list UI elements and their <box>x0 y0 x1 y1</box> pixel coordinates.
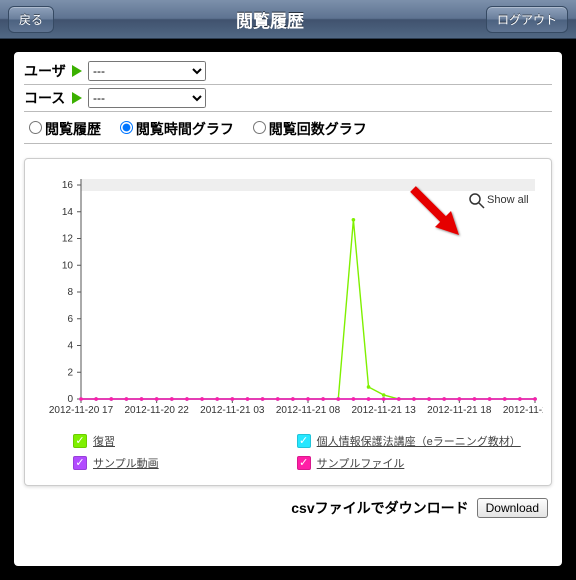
svg-text:8: 8 <box>67 287 73 298</box>
legend-label[interactable]: 復習 <box>93 433 115 449</box>
legend-swatch[interactable]: ✓ <box>73 434 87 448</box>
user-label: ユーザ <box>24 61 70 81</box>
legend-item[interactable]: ✓ サンプル動画 <box>73 455 297 471</box>
line-chart: 0 2 4 6 8 10 12 14 16 2012-11-20 17 2012-11-20 22 2… <box>33 167 543 427</box>
chart-card: 0 2 4 6 8 10 12 14 16 2012-11-20 17 2012-11-20 22 2… <box>24 158 552 486</box>
svg-text:2012-11-21 08: 2012-11-21 08 <box>276 405 341 416</box>
chart-area: 0 2 4 6 8 10 12 14 16 2012-11-20 17 2012-11-20 22 2… <box>33 167 543 427</box>
view-tabs: 閲覧履歴 閲覧時間グラフ 閲覧回数グラフ <box>24 112 552 144</box>
course-label: コース <box>24 88 70 108</box>
legend-swatch[interactable]: ✓ <box>297 434 311 448</box>
back-button[interactable]: 戻る <box>8 6 54 33</box>
logout-button[interactable]: ログアウト <box>486 6 568 33</box>
legend-label[interactable]: 個人情報保護法講座（eラーニング教材） <box>317 433 521 449</box>
user-row: ユーザ --- <box>24 58 552 85</box>
svg-text:2012-11-21 18: 2012-11-21 18 <box>427 405 492 416</box>
legend-swatch[interactable]: ✓ <box>297 456 311 470</box>
tab-count-graph[interactable]: 閲覧回数グラフ <box>248 121 367 137</box>
content-frame: ユーザ --- コース --- 閲覧履歴 閲覧時間グラフ 閲覧回数グラフ 0 2 4… <box>4 42 572 576</box>
legend-item[interactable]: ✓ 復習 <box>73 433 297 449</box>
legend-label[interactable]: サンプルファイル <box>317 455 405 471</box>
svg-text:2012-11-20 17: 2012-11-20 17 <box>49 405 114 416</box>
svg-text:12: 12 <box>62 234 74 245</box>
svg-text:4: 4 <box>67 341 73 352</box>
svg-text:2012-11-21 03: 2012-11-21 03 <box>200 405 265 416</box>
svg-text:6: 6 <box>67 314 73 325</box>
course-row: コース --- <box>24 85 552 112</box>
svg-text:10: 10 <box>62 260 74 271</box>
svg-text:16: 16 <box>62 180 74 191</box>
svg-text:0: 0 <box>67 394 73 405</box>
legend-swatch[interactable]: ✓ <box>73 456 87 470</box>
download-button[interactable]: Download <box>477 498 548 518</box>
download-label: csvファイルでダウンロード <box>291 498 468 518</box>
title-bar: 戻る 閲覧履歴 ログアウト <box>0 0 576 39</box>
tab-history[interactable]: 閲覧履歴 <box>24 121 101 137</box>
svg-text:2012-11-21 13: 2012-11-21 13 <box>352 405 417 416</box>
tab-time-graph[interactable]: 閲覧時間グラフ <box>115 121 234 137</box>
user-select[interactable]: --- <box>88 61 206 81</box>
legend-label[interactable]: サンプル動画 <box>93 455 159 471</box>
legend-item[interactable]: ✓ サンプルファイル <box>297 455 521 471</box>
zoom-icon[interactable] <box>470 194 480 204</box>
svg-text:2012-11-20 22: 2012-11-20 22 <box>125 405 190 416</box>
arrow-right-icon <box>72 65 82 77</box>
show-all-button[interactable]: Show all <box>487 194 529 206</box>
svg-text:14: 14 <box>62 207 74 218</box>
download-row: csvファイルでダウンロード Download <box>14 494 562 528</box>
chart-legend: ✓ 復習 ✓ 個人情報保護法講座（eラーニング教材） ✓ サンプル動画 ✓ サンプルファイル <box>33 427 543 481</box>
svg-text:2012-11-21 23: 2012-11-21 23 <box>503 405 543 416</box>
page-title: 閲覧履歴 <box>236 7 304 32</box>
filter-form: ユーザ --- コース --- 閲覧履歴 閲覧時間グラフ 閲覧回数グラフ <box>14 52 562 146</box>
svg-text:2: 2 <box>67 367 73 378</box>
course-select[interactable]: --- <box>88 88 206 108</box>
arrow-right-icon <box>72 92 82 104</box>
legend-item[interactable]: ✓ 個人情報保護法講座（eラーニング教材） <box>297 433 521 449</box>
